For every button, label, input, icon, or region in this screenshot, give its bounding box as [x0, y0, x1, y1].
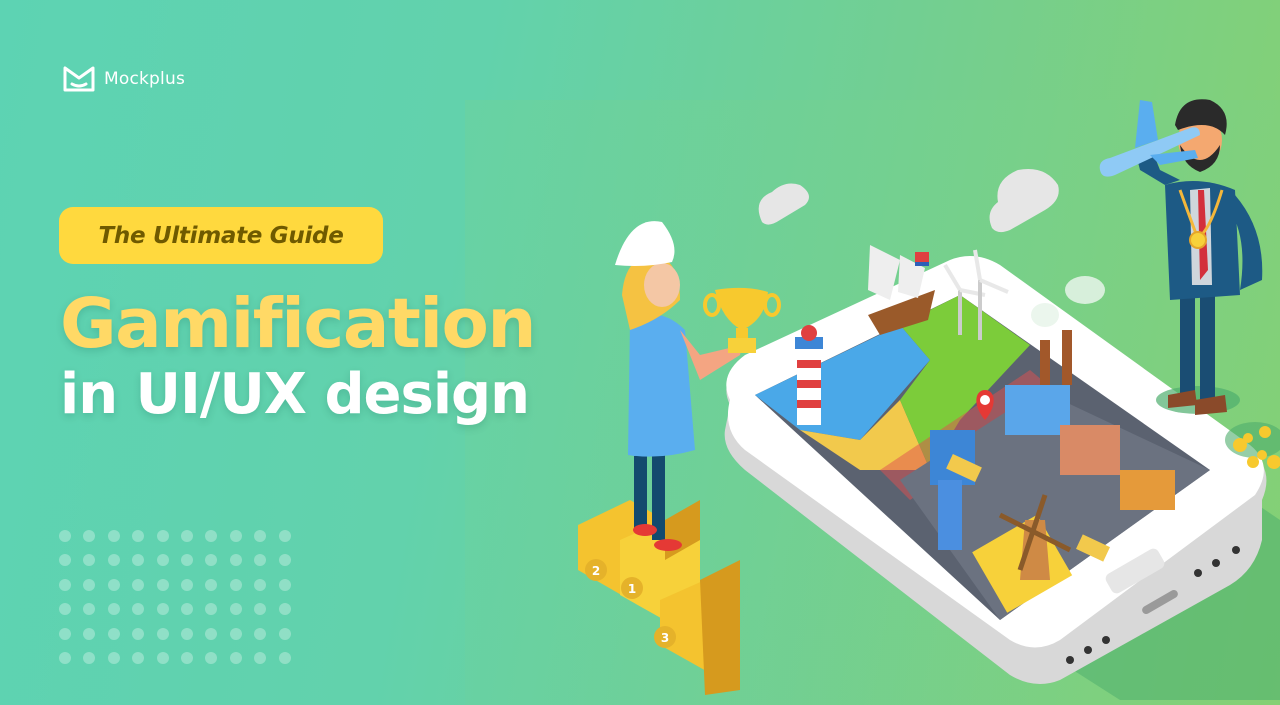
chimney — [1062, 330, 1072, 385]
hero-illustration: 2 1 3 — [578, 99, 1280, 700]
smoke — [1031, 303, 1059, 327]
phone-port — [1212, 559, 1220, 567]
phone-port — [1102, 636, 1110, 644]
dutch-flag — [915, 252, 929, 262]
cloud — [758, 183, 809, 225]
house — [1120, 470, 1175, 510]
phone-port — [1066, 656, 1074, 664]
lighthouse — [795, 325, 823, 425]
chimney — [1040, 340, 1050, 385]
phone-port — [1232, 546, 1240, 554]
podium-place-2: 2 — [592, 564, 600, 578]
smoke — [1065, 276, 1105, 304]
podium-place-1: 1 — [628, 582, 636, 596]
phone-port — [1084, 646, 1092, 654]
trophy-icon — [703, 287, 781, 353]
podium-place-3: 3 — [661, 631, 669, 645]
phone-port — [1194, 569, 1202, 577]
tower — [938, 480, 962, 550]
cloud — [989, 169, 1059, 233]
house — [1060, 425, 1120, 475]
medal-icon — [1189, 231, 1207, 249]
